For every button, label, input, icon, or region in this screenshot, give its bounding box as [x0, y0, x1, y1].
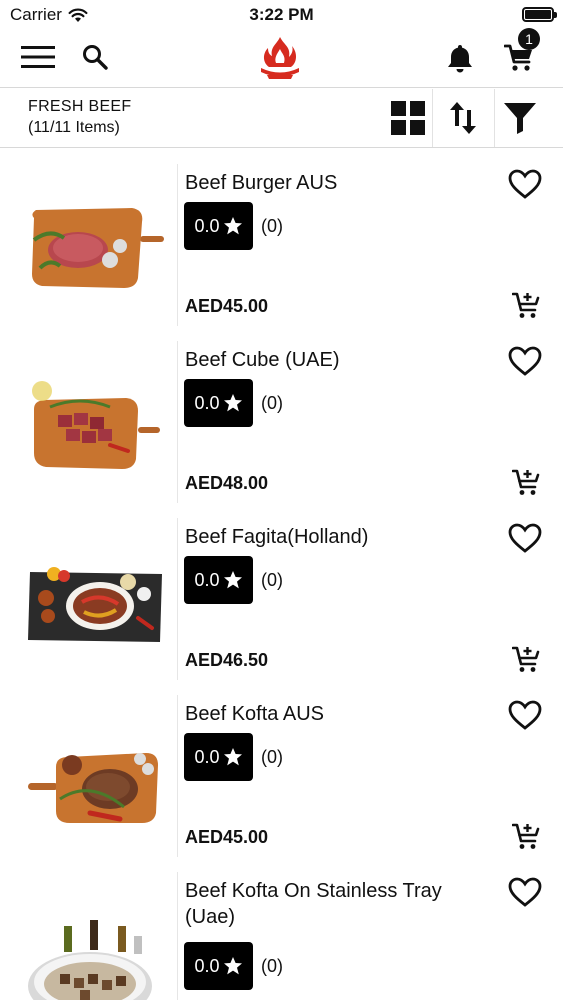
add-to-cart-button[interactable]	[510, 467, 542, 497]
favorite-button[interactable]	[506, 874, 544, 910]
heart-outline-icon	[508, 523, 542, 553]
favorite-button[interactable]	[506, 520, 544, 556]
row-divider	[177, 872, 178, 1000]
hamburger-menu-icon	[21, 46, 55, 68]
product-card[interactable]: Beef Fagita(Holland) 0.0 (0) AED46.50	[0, 514, 563, 691]
search-button[interactable]	[80, 42, 110, 72]
sort-button[interactable]	[444, 99, 482, 137]
row-divider	[177, 518, 178, 680]
toolbar-divider	[494, 89, 495, 147]
product-card[interactable]: Beef Burger AUS 0.0 (0) AED45.00	[0, 160, 563, 337]
grid-view-button[interactable]	[389, 99, 427, 137]
heart-outline-icon	[508, 346, 542, 376]
product-card[interactable]: Beef Cube (UAE) 0.0 (0) AED48.00	[0, 337, 563, 514]
rating-badge: 0.0	[184, 942, 253, 990]
product-price: AED45.00	[185, 296, 269, 316]
brand-logo[interactable]	[252, 34, 308, 84]
toolbar-divider	[432, 89, 433, 147]
notifications-button[interactable]	[444, 42, 476, 74]
add-to-cart-icon	[512, 292, 540, 318]
rating-badge: 0.0	[184, 379, 253, 427]
review-count: (0)	[261, 570, 283, 590]
search-icon	[83, 45, 108, 70]
heart-outline-icon	[508, 877, 542, 907]
star-icon	[223, 217, 242, 235]
rating-value: 0.0	[194, 569, 220, 590]
product-price: AED48.00	[185, 473, 269, 493]
product-image-beef-kofta-tray[interactable]	[20, 886, 170, 1000]
add-to-cart-button[interactable]	[510, 644, 542, 674]
favorite-button[interactable]	[506, 343, 544, 379]
product-image-beef-fagita[interactable]	[20, 532, 170, 662]
rating-badge: 0.0	[184, 202, 253, 250]
product-price: AED46.50	[185, 650, 269, 670]
add-to-cart-button[interactable]	[510, 821, 542, 851]
rating-value: 0.0	[194, 392, 220, 413]
status-bar: Carrier 3:22 PM	[0, 0, 563, 30]
star-icon	[223, 748, 242, 766]
filter-button[interactable]	[501, 99, 539, 137]
product-name[interactable]: Beef Kofta AUS	[185, 701, 485, 727]
status-time: 3:22 PM	[249, 5, 314, 24]
row-divider	[177, 695, 178, 857]
review-count: (0)	[261, 393, 283, 413]
rating-value: 0.0	[194, 955, 220, 976]
star-icon	[223, 394, 242, 412]
product-name[interactable]: Beef Fagita(Holland)	[185, 524, 485, 550]
star-icon	[223, 957, 242, 975]
heart-outline-icon	[508, 169, 542, 199]
cart-count-badge: 1	[518, 28, 540, 50]
add-to-cart-icon	[512, 646, 540, 672]
rating-value: 0.0	[194, 746, 220, 767]
product-price: AED45.00	[185, 827, 269, 847]
product-name[interactable]: Beef Cube (UAE)	[185, 347, 485, 373]
review-count: (0)	[261, 216, 283, 236]
favorite-button[interactable]	[506, 166, 544, 202]
category-item-count: (11/11 Items)	[28, 119, 120, 136]
add-to-cart-icon	[512, 469, 540, 495]
category-header: FRESH BEEF (11/11 Items)	[0, 89, 563, 148]
product-image-beef-cube[interactable]	[20, 355, 170, 485]
top-navigation-bar	[0, 30, 563, 88]
product-name[interactable]: Beef Burger AUS	[185, 170, 485, 196]
row-divider	[177, 341, 178, 503]
favorite-button[interactable]	[506, 697, 544, 733]
menu-button[interactable]	[20, 42, 56, 72]
rating-badge: 0.0	[184, 556, 253, 604]
rating-value: 0.0	[194, 215, 220, 236]
product-list: Beef Burger AUS 0.0 (0) AED45.00 Beef Cu…	[0, 160, 563, 1000]
sort-icon	[450, 102, 476, 134]
battery-icon	[522, 7, 557, 22]
review-count: (0)	[261, 747, 283, 767]
product-image-beef-kofta[interactable]	[20, 709, 170, 839]
product-image-beef-burger[interactable]	[20, 178, 170, 308]
grid-view-icon	[391, 101, 425, 135]
flame-logo-icon	[261, 37, 299, 79]
star-icon	[223, 571, 242, 589]
filter-icon	[504, 103, 536, 134]
product-name[interactable]: Beef Kofta On Stainless Tray (Uae)	[185, 878, 485, 930]
category-title: FRESH BEEF	[28, 98, 132, 115]
add-to-cart-button[interactable]	[510, 290, 542, 320]
bell-icon	[448, 45, 472, 73]
product-card[interactable]: Beef Kofta On Stainless Tray (Uae) 0.0 (…	[0, 868, 563, 1000]
add-to-cart-icon	[512, 823, 540, 849]
product-card[interactable]: Beef Kofta AUS 0.0 (0) AED45.00	[0, 691, 563, 868]
rating-badge: 0.0	[184, 733, 253, 781]
heart-outline-icon	[508, 700, 542, 730]
review-count: (0)	[261, 956, 283, 976]
row-divider	[177, 164, 178, 326]
